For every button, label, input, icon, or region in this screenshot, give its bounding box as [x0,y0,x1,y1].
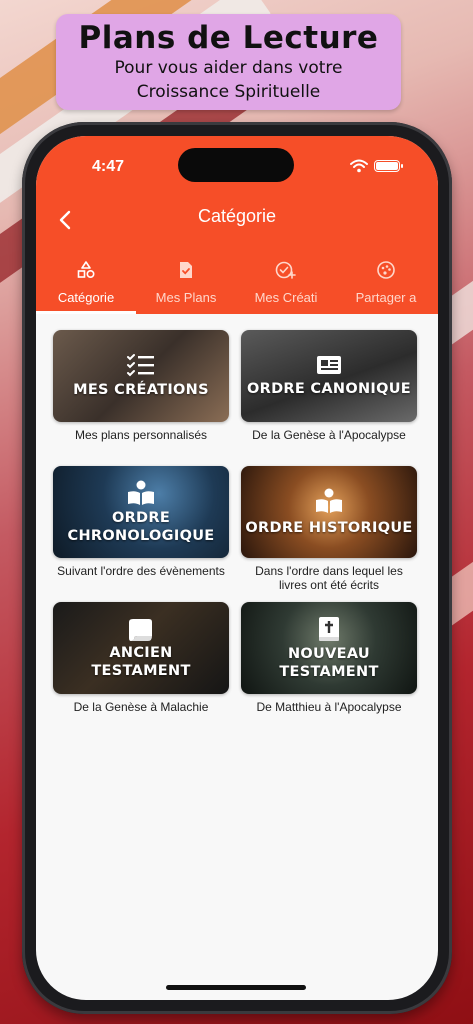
card-mes-creations[interactable]: MES CRÉATIONS Mes plans personnalisés [53,330,229,456]
card-caption: De la Genèse à l'Apocalypse [252,428,406,442]
wifi-icon [350,159,368,173]
card-ordre-chronologique[interactable]: ORDRE CHRONOLOGIQUE Suivant l'ordre des … [53,466,229,592]
card-ordre-historique[interactable]: ORDRE HISTORIQUE Dans l'ordre dans leque… [241,466,417,592]
page-title: Catégorie [197,206,277,226]
banner-subtitle-line1: Pour vous aider dans votre [114,58,343,78]
tab-mes-plans[interactable]: Mes Plans [136,250,236,314]
card-caption: Mes plans personnalisés [74,428,208,442]
card-title: MES CRÉATIONS [73,382,209,398]
card-title-line1: ANCIEN [109,645,173,661]
palette-icon [377,261,395,279]
tab-label: Mes Créati [254,290,318,305]
card-image: NOUVEAU TESTAMENT [241,602,417,694]
card-image: MES CRÉATIONS [53,330,229,422]
card-ancien-testament[interactable]: ANCIEN TESTAMENT De la Genèse à Malachie [53,602,229,728]
card-title: ORDRE HISTORIQUE [245,520,413,536]
promo-banner: Plans de Lecture Pour vous aider dans vo… [56,14,401,110]
card-image: ORDRE CHRONOLOGIQUE [53,466,229,558]
reader-icon [316,488,342,513]
card-caption: De Matthieu à l'Apocalypse [256,700,402,714]
status-icons [350,158,403,174]
card-caption: Suivant l'ordre des évènements [57,564,225,578]
tab-label: Catégorie [57,290,115,305]
card-title-line1: NOUVEAU [287,646,370,662]
card-caption: Dans l'ordre dans lequel les livres ont … [255,564,403,592]
phone-frame: 4:47 Catégorie Catégorie Mes Plans Mes C… [22,122,452,1014]
tab-bar: Catégorie Mes Plans Mes Créati Partager … [36,250,438,314]
battery-icon [374,160,403,172]
card-caption: De la Genèse à Malachie [73,700,209,714]
card-image: ORDRE CANONIQUE [241,330,417,422]
card-title: ORDRE CANONIQUE [246,381,411,397]
dynamic-island [178,148,294,182]
tab-label: Mes Plans [155,290,217,305]
app-bar: 4:47 Catégorie Catégorie Mes Plans Mes C… [36,136,438,314]
card-image: ANCIEN TESTAMENT [53,602,229,694]
phone-screen: 4:47 Catégorie Catégorie Mes Plans Mes C… [36,136,438,1000]
home-indicator[interactable] [166,985,306,990]
card-ordre-canonique[interactable]: ORDRE CANONIQUE De la Genèse à l'Apocaly… [241,330,417,456]
tab-partager[interactable]: Partager a [336,250,436,314]
card-title-line2: TESTAMENT [279,664,379,680]
newspaper-icon [317,356,341,374]
card-title-line2: TESTAMENT [91,663,191,679]
banner-subtitle-line2: Croissance Spirituelle [136,82,321,102]
banner-title: Plans de Lecture [78,20,379,56]
status-time: 4:47 [92,158,125,175]
card-image: ORDRE HISTORIQUE [241,466,417,558]
card-title-line1: ORDRE [111,510,171,526]
tab-categorie[interactable]: Catégorie [36,250,136,314]
check-circle-plus-icon [275,261,296,279]
shapes-icon [77,261,95,279]
reader-icon [128,480,154,505]
tab-mes-creations[interactable]: Mes Créati [236,250,336,314]
checklist-icon [127,354,154,377]
document-check-icon [180,262,192,278]
card-nouveau-testament[interactable]: NOUVEAU TESTAMENT De Matthieu à l'Apocal… [241,602,417,728]
bible-icon [319,617,339,641]
tab-label: Partager a [355,290,417,305]
card-title-line2: CHRONOLOGIQUE [67,528,215,544]
scroll-icon [129,619,152,641]
